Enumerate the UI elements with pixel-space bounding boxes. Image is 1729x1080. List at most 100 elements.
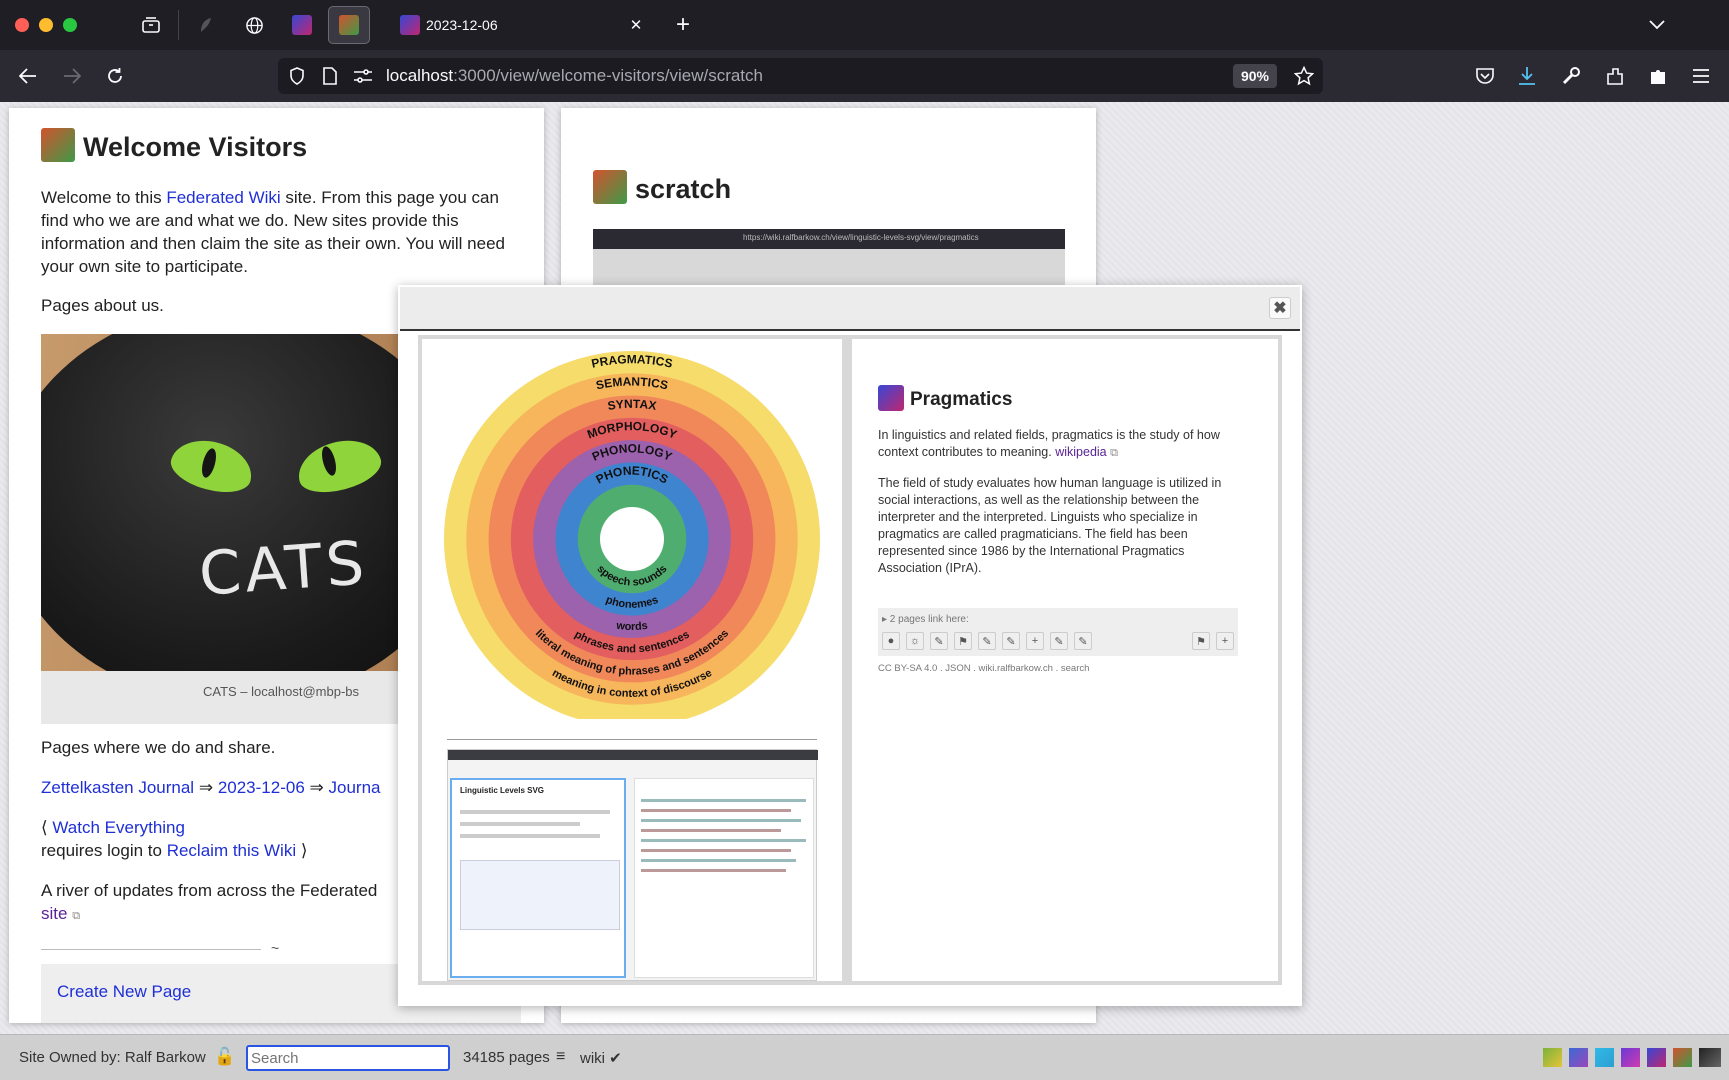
url-host: localhost	[386, 66, 454, 85]
page-footer-links: CC BY-SA 4.0 . JSON . wiki.ralfbarkow.ch…	[878, 663, 1090, 674]
url-path: :3000/view/welcome-visitors/view/scratch	[453, 66, 763, 85]
list-all-tabs-icon[interactable]	[1645, 14, 1669, 36]
reload-icon[interactable]	[103, 64, 127, 88]
create-new-page-link[interactable]: Create New Page	[57, 982, 191, 1002]
wiki-footer: Site Owned by: Ralf Barkow 🔓 34185 pages…	[0, 1034, 1729, 1080]
river-paragraph: A river of updates from across the Feder…	[41, 879, 377, 928]
external-link-icon: ⧉	[1110, 447, 1118, 459]
menu-icon[interactable]: ≡	[556, 1048, 565, 1066]
browser-tab-bar: 2023-12-06 ✕ +	[0, 0, 1729, 50]
zettelkasten-journal-link[interactable]: Zettelkasten Journal	[41, 778, 194, 797]
mini-title: Linguistic Levels SVG	[460, 786, 545, 795]
dialog-titlebar	[400, 287, 1300, 331]
journal-links: Zettelkasten Journal ⇒ 2023-12-06 ⇒ Jour…	[41, 776, 380, 799]
reclaim-wiki-link[interactable]: Reclaim this Wiki	[167, 841, 296, 860]
neighbor-icon: ●	[882, 632, 900, 650]
pages-about-text: Pages about us.	[41, 296, 164, 315]
federated-wiki-link[interactable]: Federated Wiki	[166, 188, 280, 207]
json-link: JSON	[945, 663, 971, 674]
add-factory-icon: +	[1216, 632, 1234, 650]
close-window-button[interactable]	[15, 18, 29, 32]
external-link-icon: ⧉	[72, 910, 81, 922]
bookmark-star-icon[interactable]	[1292, 65, 1316, 87]
intro-paragraph: Welcome to this Federated Wiki site. Fro…	[41, 186, 513, 278]
scratch-screenshot-urlbar: https://wiki.ralfbarkow.ch/view/linguist…	[593, 229, 1065, 249]
page-title: Welcome Visitors	[83, 132, 308, 162]
extensions-share-icon[interactable]	[1603, 65, 1627, 87]
mini-right-panel	[634, 778, 814, 978]
fork-flag-icon: ⚑	[1192, 632, 1210, 650]
feather-tab-icon[interactable]	[195, 14, 217, 36]
watch-everything-link[interactable]: Watch Everything	[52, 818, 185, 837]
pocket-icon[interactable]	[1473, 65, 1497, 87]
site-flag-icon[interactable]	[41, 128, 75, 162]
permissions-icon[interactable]	[351, 65, 375, 87]
search-input[interactable]	[246, 1045, 450, 1071]
zoom-level-button[interactable]: 90%	[1233, 64, 1277, 88]
image-lightbox-dialog: ✖ PRAGMATICS SEMANTICS SYNTAX MORPHOLOGY PHO…	[398, 285, 1302, 1006]
neighbor-favicon[interactable]	[1595, 1048, 1614, 1067]
zoom-window-button[interactable]	[63, 18, 77, 32]
wrench-icon[interactable]	[1559, 65, 1583, 87]
license-text: CC BY-SA 4.0	[878, 663, 938, 674]
puzzle-extensions-icon[interactable]	[1646, 65, 1670, 87]
close-tab-icon[interactable]: ✕	[626, 15, 646, 35]
url-text[interactable]: localhost:3000/view/welcome-visitors/vie…	[386, 66, 763, 86]
cats-painted-text: CATS	[196, 528, 371, 610]
flag-icon: ⚑	[954, 632, 972, 650]
neighbor-favicon[interactable]	[1647, 1048, 1666, 1067]
arrow-text: ⇒	[198, 778, 214, 797]
globe-tab-icon[interactable]	[243, 14, 265, 36]
neighbor-favicon[interactable]	[1621, 1048, 1640, 1067]
pages-count: 34185 pages	[463, 1049, 550, 1066]
mini-editor-screenshot: Linguistic Levels SVG	[447, 749, 818, 981]
close-dialog-button[interactable]: ✖	[1269, 297, 1291, 319]
edit-icon: ✎	[1050, 632, 1068, 650]
tracking-shield-icon[interactable]	[286, 65, 308, 87]
neighbor-favicon[interactable]	[1673, 1048, 1692, 1067]
bracket-close: ⟩	[300, 841, 308, 860]
mini-separator	[447, 739, 817, 740]
tab-2023-12-06[interactable]: 2023-12-06 ✕	[388, 6, 652, 44]
requires-text: requires login to	[41, 841, 162, 860]
linguistic-levels-diagram: PRAGMATICSSEMANTICSSYNTAXMORPHOLOGYPHONO…	[444, 351, 820, 727]
downloads-icon[interactable]	[1515, 65, 1539, 87]
bracket-open: ⟨	[41, 818, 48, 837]
neighbor-favicon[interactable]	[1543, 1048, 1562, 1067]
edit-icon: ✎	[978, 632, 996, 650]
forward-icon[interactable]	[60, 64, 84, 88]
lock-icon[interactable]: 🔓	[214, 1047, 235, 1067]
pinned-tab-active[interactable]	[328, 6, 370, 44]
neighbor-favicon[interactable]	[1569, 1048, 1588, 1067]
site-flag-icon[interactable]	[593, 170, 627, 204]
site-external-link[interactable]: site	[41, 904, 67, 923]
collections-icon[interactable]	[140, 14, 162, 36]
minimize-window-button[interactable]	[39, 18, 53, 32]
pragmatics-title: Pragmatics	[910, 389, 1013, 410]
mini-titlebar	[448, 750, 818, 760]
inner-url-text: https://wiki.ralfbarkow.ch/view/linguist…	[743, 233, 979, 242]
wiki-status: wiki ✔	[580, 1050, 622, 1067]
site-flag-icon	[878, 385, 904, 411]
hamburger-menu-icon[interactable]	[1689, 65, 1713, 87]
wiki-tab-favicon[interactable]	[292, 15, 312, 35]
date-journal-link[interactable]: 2023-12-06	[218, 778, 305, 797]
ring-center	[600, 507, 664, 571]
watch-paragraph: ⟨ Watch Everything requires login to Rec…	[41, 816, 307, 862]
neighbor-icon: ☼	[906, 632, 924, 650]
neighbor-favicon[interactable]	[1699, 1048, 1721, 1067]
p1-text: In linguistics and related fields, pragm…	[878, 428, 1220, 459]
inner-label-2: words	[615, 620, 649, 633]
new-tab-icon[interactable]: +	[671, 11, 695, 38]
enlarged-screenshot: PRAGMATICS SEMANTICS SYNTAX MORPHOLOGY PHONO…	[418, 335, 1282, 985]
arrow-text: ⇒	[309, 778, 324, 797]
page-info-icon[interactable]	[319, 65, 341, 87]
journal-link[interactable]: Journa	[329, 778, 381, 797]
wiki-tab-favicon	[400, 15, 420, 35]
intro-text: Welcome to this	[41, 188, 167, 207]
back-icon[interactable]	[16, 64, 40, 88]
mini-left-panel: Linguistic Levels SVG	[450, 778, 626, 978]
references-panel: ▸ 2 pages link here: ● ☼ ✎ ⚑ ✎ ✎ + ✎ ✎ ⚑…	[878, 608, 1238, 656]
links-here-text: ▸ 2 pages link here:	[882, 614, 969, 625]
wiki-tab-favicon	[339, 15, 359, 35]
